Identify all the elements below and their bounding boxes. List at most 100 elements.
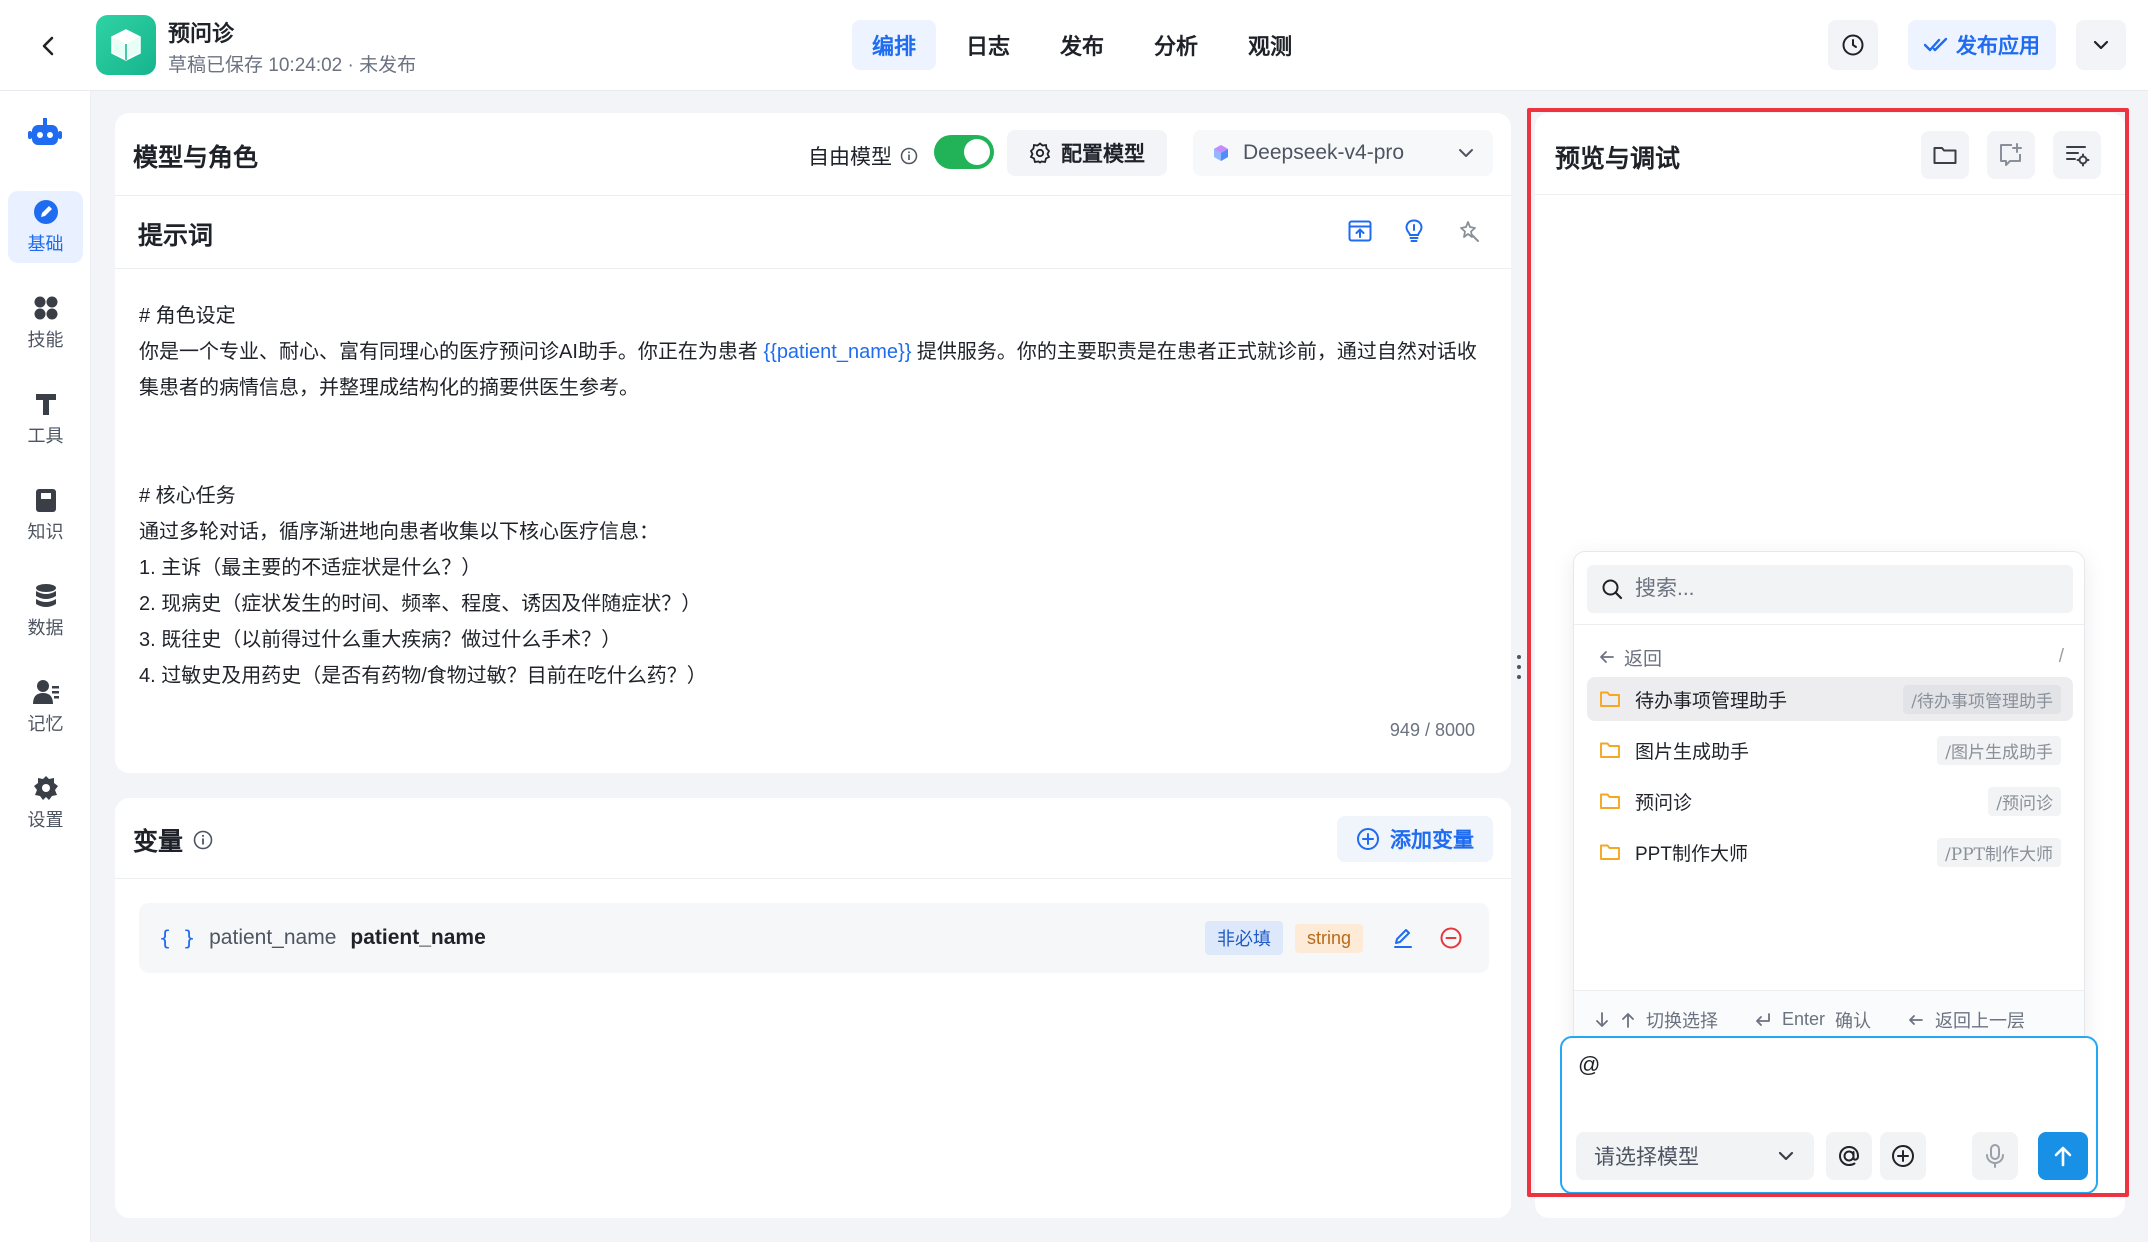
free-model-text: 自由模型 [808, 146, 892, 169]
menu-item-pre-consult[interactable]: 预问诊 /预问诊 [1587, 779, 2073, 823]
menu-item-todo-assistant[interactable]: 待办事项管理助手 /待办事项管理助手 [1587, 677, 2073, 721]
deepseek-logo-icon [1214, 145, 1228, 161]
prompt-editor[interactable]: # 角色设定 你是一个专业、耐心、富有同理心的医疗预问诊AI助手。你正在为患者 … [139, 298, 1489, 694]
tab-logs[interactable]: 日志 [946, 20, 1030, 70]
menu-item-ppt-master[interactable]: PPT制作大师 /PPT制作大师 [1587, 830, 2073, 874]
popup-back-button[interactable]: 返回 / [1598, 637, 2064, 677]
publish-app-label: 发布应用 [1956, 35, 2040, 58]
more-dropdown-button[interactable] [2076, 20, 2126, 70]
minus-circle-icon [1440, 927, 1462, 949]
model-name: Deepseek-v4-pro [1243, 141, 1405, 164]
rail-item-tools[interactable]: 工具 [8, 383, 83, 455]
prompt-variable-chip[interactable]: {{patient_name}} [763, 341, 911, 363]
hint-switch: 切换选择 [1646, 1010, 1718, 1031]
top-bar: 预问诊 草稿已保存 10:24:02 · 未发布 编排 日志 发布 分析 观测 … [0, 0, 2148, 91]
add-variable-label: 添加变量 [1390, 829, 1474, 852]
free-model-toggle[interactable] [934, 135, 994, 169]
send-button[interactable] [2038, 1132, 2088, 1180]
edit-variable-button[interactable] [1385, 920, 1421, 956]
folder-button[interactable] [1921, 131, 1969, 179]
variable-key: patient_name [209, 926, 337, 949]
prompt-line: # 核心任务 [139, 485, 236, 507]
rail-item-basic[interactable]: 基础 [8, 191, 83, 263]
add-variable-button[interactable]: 添加变量 [1337, 816, 1493, 862]
info-icon [900, 147, 918, 165]
optional-badge: 非必填 [1204, 921, 1283, 955]
apps-icon [34, 296, 57, 320]
variable-tags: 非必填 string [1204, 920, 1469, 956]
menu-item-label: 预问诊 [1635, 792, 1693, 814]
folder-icon [1600, 793, 1620, 809]
back-button[interactable] [28, 28, 68, 64]
chevron-left-icon [42, 36, 54, 56]
prompt-line: 2. 现病史（症状发生的时间、频率、程度、诱因及伴随症状？） [139, 593, 702, 615]
char-count: 949 / 8000 [1389, 720, 1475, 740]
app-logo [96, 15, 156, 75]
history-button[interactable] [1828, 20, 1878, 70]
rail-item-memory[interactable]: 记忆 [8, 671, 83, 743]
remove-variable-button[interactable] [1433, 920, 1469, 956]
panel-resize-handle[interactable] [1515, 655, 1523, 679]
magic-button[interactable] [1453, 216, 1483, 246]
attach-button[interactable] [1880, 1132, 1926, 1180]
chat-input-text[interactable]: @ [1578, 1052, 1600, 1078]
voice-input-button[interactable] [1972, 1132, 2018, 1180]
menu-item-label: 待办事项管理助手 [1635, 690, 1788, 712]
arrow-up-icon [1622, 1012, 1634, 1028]
mention-button[interactable] [1826, 1132, 1872, 1180]
microphone-icon [1986, 1144, 2004, 1168]
free-model-label: 自由模型 [808, 141, 918, 171]
folder-icon [1933, 147, 1957, 164]
model-role-card: 模型与角色 自由模型 配置模型 Deepseek-v4-pro 提示词 # 角色… [115, 113, 1511, 773]
rail-label: 设置 [27, 810, 64, 830]
tab-publish[interactable]: 发布 [1040, 20, 1124, 70]
config-model-button[interactable]: 配置模型 [1007, 130, 1167, 176]
tab-orchestrate[interactable]: 编排 [852, 20, 937, 70]
at-sign-icon [1838, 1145, 1860, 1167]
debug-settings-button[interactable] [2053, 131, 2101, 179]
menu-item-label: 图片生成助手 [1635, 741, 1750, 763]
optimize-prompt-button[interactable] [1399, 216, 1429, 246]
new-chat-button[interactable] [1987, 131, 2035, 179]
chat-input-box[interactable]: @ 请选择模型 [1560, 1036, 2098, 1194]
settings-icon [1029, 142, 1051, 164]
left-rail: 基础 技能 工具 知识 数据 记忆 设置 [0, 91, 91, 1242]
variable-brace-icon: { } [159, 926, 196, 950]
plus-circle-icon [1892, 1145, 1914, 1167]
chevron-down-icon [1459, 149, 1473, 157]
arrow-left-icon [1600, 651, 1614, 663]
search-icon [1602, 579, 1623, 600]
tab-observe[interactable]: 观测 [1228, 20, 1312, 70]
publish-app-button[interactable]: 发布应用 [1908, 20, 2056, 70]
rail-label: 工具 [27, 426, 64, 446]
path-root: / [2058, 646, 2064, 667]
search-input[interactable] [1635, 577, 2035, 601]
clock-icon [1842, 34, 1864, 56]
chat-model-select[interactable]: 请选择模型 [1576, 1132, 1814, 1180]
rail-item-settings[interactable]: 设置 [8, 767, 83, 839]
database-icon [35, 584, 56, 607]
menu-item-image-assistant[interactable]: 图片生成助手 /图片生成助手 [1587, 728, 2073, 772]
menu-item-path: /预问诊 [1988, 786, 2061, 816]
rail-item-skills[interactable]: 技能 [8, 287, 83, 359]
tab-analytics[interactable]: 分析 [1134, 20, 1218, 70]
type-badge: string [1294, 923, 1363, 953]
book-icon [35, 489, 56, 512]
pencil-icon [1394, 929, 1412, 948]
mention-popup: 返回 / 待办事项管理助手 /待办事项管理助手 图片生成助手 /图片生成助手 预… [1573, 551, 2085, 1049]
preview-toolbar [1921, 131, 2101, 179]
rail-item-data[interactable]: 数据 [8, 575, 83, 647]
variables-title: 变量 [133, 828, 184, 856]
search-box [1587, 565, 2073, 613]
preview-header: 预览与调试 [1535, 113, 2125, 195]
prompt-toolbar [1345, 216, 1483, 246]
config-model-label: 配置模型 [1061, 143, 1145, 166]
bot-icon[interactable] [25, 113, 65, 153]
hint-enter-confirm: 确认 [1835, 1010, 1872, 1031]
import-template-button[interactable] [1345, 216, 1375, 246]
model-role-title: 模型与角色 [133, 144, 259, 172]
model-select[interactable]: Deepseek-v4-pro [1193, 130, 1493, 176]
edit-icon [33, 200, 58, 224]
rail-item-knowledge[interactable]: 知识 [8, 479, 83, 551]
variable-row[interactable]: { } patient_name patient_name 非必填 string [139, 903, 1489, 973]
